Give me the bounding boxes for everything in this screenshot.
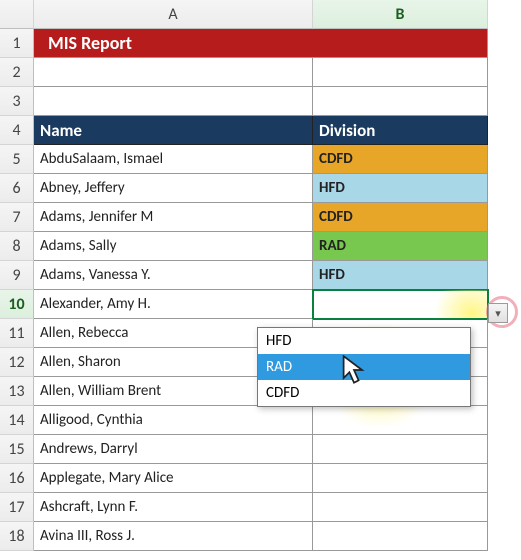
row-header[interactable]: 18 bbox=[0, 522, 34, 551]
cell-division[interactable] bbox=[313, 493, 488, 522]
row-header[interactable]: 4 bbox=[0, 116, 34, 145]
cell[interactable] bbox=[313, 58, 488, 87]
row-header[interactable]: 6 bbox=[0, 174, 34, 203]
dropdown-arrow-icon[interactable] bbox=[488, 303, 508, 323]
row-header[interactable]: 5 bbox=[0, 145, 34, 174]
row-header[interactable]: 14 bbox=[0, 406, 34, 435]
row-header[interactable]: 15 bbox=[0, 435, 34, 464]
spreadsheet-grid[interactable]: A B 1 MIS Report 2 3 4 Name Division 5 A… bbox=[0, 0, 521, 551]
row-header[interactable]: 2 bbox=[0, 58, 34, 87]
cell-division[interactable]: HFD bbox=[313, 174, 488, 203]
cell-division[interactable] bbox=[313, 406, 488, 435]
row-header[interactable]: 16 bbox=[0, 464, 34, 493]
report-title[interactable]: MIS Report bbox=[34, 29, 488, 58]
select-all-corner[interactable] bbox=[0, 0, 34, 29]
table-header-name[interactable]: Name bbox=[34, 116, 313, 145]
cell-name[interactable]: Avina III, Ross J. bbox=[34, 522, 313, 551]
cell-name[interactable]: Adams, Vanessa Y. bbox=[34, 261, 313, 290]
dropdown-option[interactable]: CDFD bbox=[258, 380, 470, 406]
cell-name[interactable]: Adams, Jennifer M bbox=[34, 203, 313, 232]
highlight-glow bbox=[427, 290, 488, 319]
cell-division[interactable] bbox=[313, 435, 488, 464]
cell-name[interactable]: Applegate, Mary Alice bbox=[34, 464, 313, 493]
dropdown-option-selected[interactable]: RAD bbox=[258, 354, 470, 380]
cell-name[interactable]: Ashcraft, Lynn F. bbox=[34, 493, 313, 522]
row-header[interactable]: 11 bbox=[0, 319, 34, 348]
row-header[interactable]: 8 bbox=[0, 232, 34, 261]
cell-division[interactable]: HFD bbox=[313, 261, 488, 290]
row-header[interactable]: 13 bbox=[0, 377, 34, 406]
column-header-b[interactable]: B bbox=[313, 0, 488, 29]
cell-name[interactable]: Alexander, Amy H. bbox=[34, 290, 313, 319]
cell-division[interactable]: RAD bbox=[313, 232, 488, 261]
row-header[interactable]: 17 bbox=[0, 493, 34, 522]
row-header-active[interactable]: 10 bbox=[0, 290, 34, 319]
cell-name[interactable]: Adams, Sally bbox=[34, 232, 313, 261]
row-header[interactable]: 9 bbox=[0, 261, 34, 290]
cell-division[interactable]: CDFD bbox=[313, 203, 488, 232]
cell-division[interactable] bbox=[313, 464, 488, 493]
validation-dropdown[interactable]: HFD RAD CDFD bbox=[257, 327, 471, 407]
row-header[interactable]: 12 bbox=[0, 348, 34, 377]
cell[interactable] bbox=[34, 58, 313, 87]
cell-name[interactable]: Abney, Jeffery bbox=[34, 174, 313, 203]
cell-name[interactable]: Alligood, Cynthia bbox=[34, 406, 313, 435]
dropdown-option[interactable]: HFD bbox=[258, 328, 470, 354]
row-header[interactable]: 3 bbox=[0, 87, 34, 116]
row-header[interactable]: 1 bbox=[0, 29, 34, 58]
cell-division[interactable] bbox=[313, 522, 488, 551]
cell-name[interactable]: Andrews, Darryl bbox=[34, 435, 313, 464]
cell[interactable] bbox=[34, 87, 313, 116]
cell-division[interactable]: CDFD bbox=[313, 145, 488, 174]
cell-name[interactable]: AbduSalaam, Ismael bbox=[34, 145, 313, 174]
cell-division-active[interactable] bbox=[313, 290, 488, 319]
row-header[interactable]: 7 bbox=[0, 203, 34, 232]
table-header-division[interactable]: Division bbox=[313, 116, 488, 145]
cell[interactable] bbox=[313, 87, 488, 116]
column-header-a[interactable]: A bbox=[34, 0, 313, 29]
